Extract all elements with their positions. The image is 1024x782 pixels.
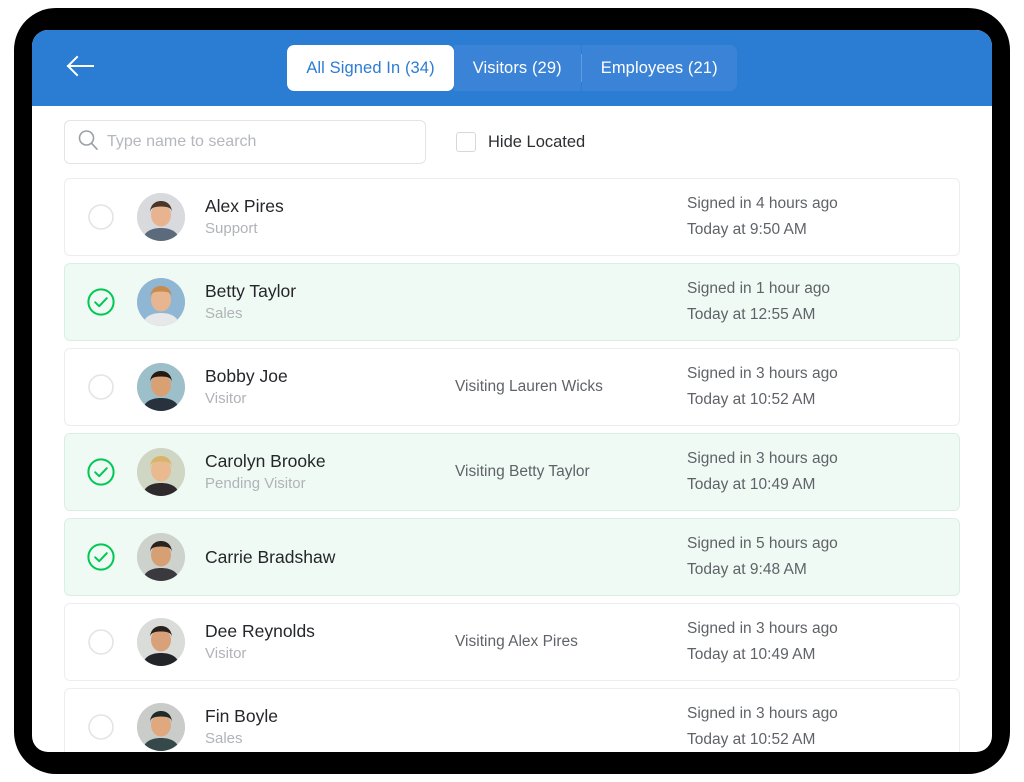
- row-times: Signed in 3 hours ago Today at 10:52 AM: [687, 703, 959, 751]
- row-check-empty[interactable]: [65, 629, 137, 655]
- search-icon: [77, 129, 99, 156]
- arrow-left-icon: [65, 55, 95, 82]
- view-filter-tabs: All Signed In (34) Visitors (29) Employe…: [287, 45, 737, 91]
- tab-employees[interactable]: Employees (21): [581, 45, 737, 91]
- table-row[interactable]: Betty Taylor Sales Signed in 1 hour ago Tod…: [64, 263, 960, 341]
- row-name: Dee Reynolds: [205, 621, 315, 641]
- row-visiting: Visiting Lauren Wicks: [455, 378, 603, 395]
- row-signed-in: Signed in 3 hours ago: [687, 365, 838, 382]
- row-times: Signed in 1 hour ago Today at 12:55 AM: [687, 278, 959, 326]
- tab-all-signed-in[interactable]: All Signed In (34): [287, 45, 454, 91]
- row-timestamp: Today at 12:55 AM: [687, 306, 816, 323]
- app-header: All Signed In (34) Visitors (29) Employe…: [32, 30, 992, 106]
- row-times: Signed in 4 hours ago Today at 9:50 AM: [687, 193, 959, 241]
- tab-visitors[interactable]: Visitors (29): [453, 45, 581, 91]
- row-name: Alex Pires: [205, 196, 284, 216]
- tab-employees-label: Employees (21): [600, 58, 718, 77]
- avatar: [137, 618, 185, 666]
- row-identity: Carolyn Brooke Pending Visitor: [205, 450, 455, 494]
- row-subtitle: Pending Visitor: [205, 475, 306, 492]
- row-name: Fin Boyle: [205, 706, 278, 726]
- row-check-selected[interactable]: [65, 288, 137, 316]
- row-timestamp: Today at 10:52 AM: [687, 391, 816, 408]
- signed-in-list: Alex Pires Support Signed in 4 hours ago To…: [32, 178, 992, 752]
- row-identity: Betty Taylor Sales: [205, 280, 455, 324]
- row-timestamp: Today at 10:49 AM: [687, 476, 816, 493]
- row-name: Bobby Joe: [205, 366, 288, 386]
- row-times: Signed in 3 hours ago Today at 10:49 AM: [687, 448, 959, 496]
- avatar: [137, 278, 185, 326]
- row-signed-in: Signed in 3 hours ago: [687, 620, 838, 637]
- search-box[interactable]: [64, 120, 426, 164]
- hide-located-label: Hide Located: [488, 132, 586, 151]
- row-signed-in: Signed in 3 hours ago: [687, 450, 838, 467]
- row-identity: Bobby Joe Visitor: [205, 365, 455, 409]
- row-subtitle: Sales: [205, 730, 243, 747]
- tablet-device: All Signed In (34) Visitors (29) Employe…: [14, 8, 1010, 774]
- table-row[interactable]: Fin Boyle Sales Signed in 3 hours ago Today…: [64, 688, 960, 752]
- table-row[interactable]: Carolyn Brooke Pending Visitor Visiting Be…: [64, 433, 960, 511]
- row-check-empty[interactable]: [65, 714, 137, 740]
- table-row[interactable]: Dee Reynolds Visitor Visiting Alex Pires Si…: [64, 603, 960, 681]
- row-check-selected[interactable]: [65, 458, 137, 486]
- row-identity: Alex Pires Support: [205, 195, 455, 239]
- row-check-selected[interactable]: [65, 543, 137, 571]
- row-name: Betty Taylor: [205, 281, 297, 301]
- back-button[interactable]: [58, 50, 102, 86]
- row-times: Signed in 3 hours ago Today at 10:52 AM: [687, 363, 959, 411]
- row-timestamp: Today at 9:48 AM: [687, 561, 807, 578]
- search-input[interactable]: [107, 133, 413, 151]
- avatar: [137, 703, 185, 751]
- row-check-empty[interactable]: [65, 204, 137, 230]
- avatar: [137, 193, 185, 241]
- hide-located-toggle[interactable]: Hide Located: [456, 132, 585, 152]
- row-identity: Fin Boyle Sales: [205, 705, 455, 749]
- row-subtitle: Visitor: [205, 645, 247, 662]
- row-subtitle: Visitor: [205, 390, 247, 407]
- avatar: [137, 448, 185, 496]
- row-identity: Carrie Bradshaw: [205, 546, 455, 568]
- table-row[interactable]: Alex Pires Support Signed in 4 hours ago To…: [64, 178, 960, 256]
- list-toolbar: Hide Located: [32, 106, 992, 178]
- row-signed-in: Signed in 5 hours ago: [687, 535, 838, 552]
- row-times: Signed in 5 hours ago Today at 9:48 AM: [687, 533, 959, 581]
- avatar: [137, 363, 185, 411]
- row-visiting: Visiting Alex Pires: [455, 633, 578, 650]
- row-name: Carrie Bradshaw: [205, 547, 336, 567]
- row-timestamp: Today at 10:52 AM: [687, 731, 816, 748]
- row-timestamp: Today at 9:50 AM: [687, 221, 807, 238]
- table-row[interactable]: Carrie Bradshaw Signed in 5 hours ago Toda…: [64, 518, 960, 596]
- table-row[interactable]: Bobby Joe Visitor Visiting Lauren Wicks Sig…: [64, 348, 960, 426]
- hide-located-checkbox[interactable]: [456, 132, 476, 152]
- row-signed-in: Signed in 3 hours ago: [687, 705, 838, 722]
- row-check-empty[interactable]: [65, 374, 137, 400]
- row-visiting: Visiting Betty Taylor: [455, 463, 590, 480]
- row-signed-in: Signed in 1 hour ago: [687, 280, 831, 297]
- avatar: [137, 533, 185, 581]
- row-signed-in: Signed in 4 hours ago: [687, 195, 838, 212]
- row-identity: Dee Reynolds Visitor: [205, 620, 455, 664]
- tablet-screen: All Signed In (34) Visitors (29) Employe…: [32, 30, 992, 752]
- row-times: Signed in 3 hours ago Today at 10:49 AM: [687, 618, 959, 666]
- row-name: Carolyn Brooke: [205, 451, 326, 471]
- row-subtitle: Support: [205, 220, 258, 237]
- tab-all-signed-in-label: All Signed In (34): [306, 58, 435, 77]
- row-subtitle: Sales: [205, 305, 243, 322]
- row-timestamp: Today at 10:49 AM: [687, 646, 816, 663]
- tab-visitors-label: Visitors (29): [472, 58, 562, 77]
